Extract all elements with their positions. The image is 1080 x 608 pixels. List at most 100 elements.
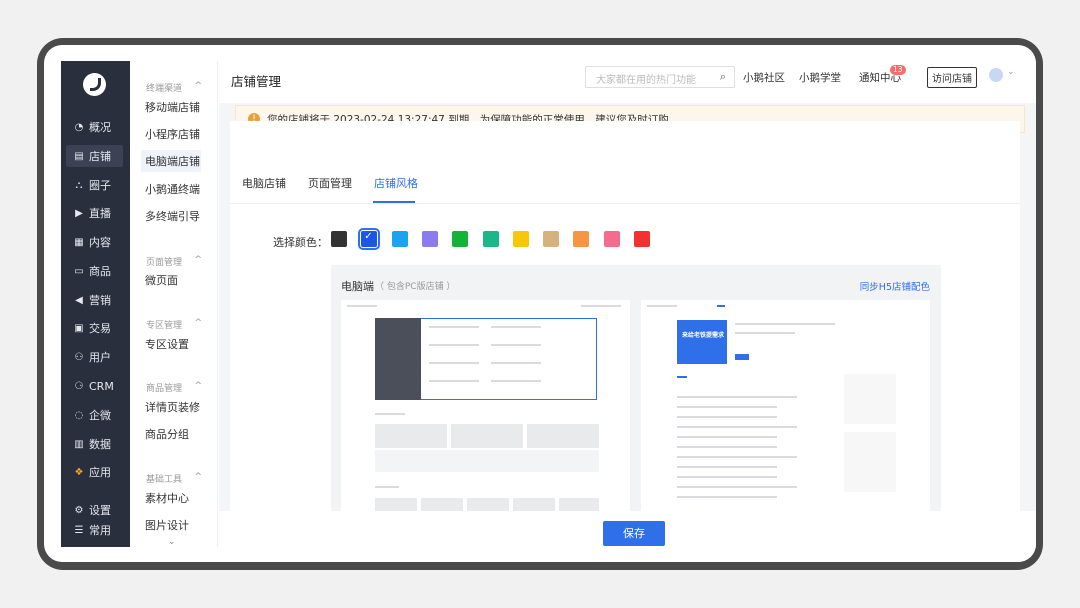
main-nav: ◔ 概况 ▤ 店铺 ⛬ 圈子 ▶ 直播 ▦ 内容 ▭ 商品 ◀ 营销 ▣ 交易 ⚇ 用户 ⚆ CRM ◌ 企微 ▥ 数据 ❖ 应用… (61, 61, 130, 547)
save-button[interactable]: 保存 (603, 521, 665, 546)
submenu-item[interactable]: 详情页装修 (141, 396, 201, 418)
submenu-item[interactable]: 商品分组 (141, 423, 201, 445)
content-icon: ▦ (74, 236, 84, 248)
nav-item-label: 企微 (89, 409, 111, 422)
mock-row (677, 456, 797, 458)
nav-item-6[interactable]: ◀ 营销 (66, 289, 123, 311)
nav-item-label: 直播 (89, 207, 111, 220)
color-swatch[interactable] (358, 228, 381, 250)
visit-store-button[interactable]: 访问店铺 (927, 67, 977, 88)
submenu-group-title: 基础工具 (146, 475, 183, 485)
mock-row (677, 466, 777, 468)
nav-item-7[interactable]: ▣ 交易 (66, 317, 123, 339)
nav-item-label: 数据 (89, 438, 111, 451)
nav-item-label: 商品 (89, 265, 111, 278)
nav-item-4[interactable]: ▦ 内容 (66, 231, 123, 253)
nav-item-5[interactable]: ▭ 商品 (66, 260, 123, 282)
nav-item-2[interactable]: ⛬ 圈子 (66, 174, 123, 196)
submenu-group[interactable]: 基础工具 ^ (146, 472, 202, 485)
store-icon: ▤ (74, 150, 84, 162)
submenu-item[interactable]: 小程序店铺 (141, 123, 201, 145)
brand-logo-icon (83, 73, 106, 96)
submenu-item[interactable]: 电脑端店铺 (141, 150, 201, 172)
gear-icon: ⚙ (74, 504, 84, 516)
submenu-item[interactable]: 微页面 (141, 269, 201, 291)
color-swatch[interactable] (331, 231, 347, 247)
tab-page-management[interactable]: 页面管理 (308, 175, 352, 191)
nav-item-label: 概况 (89, 121, 111, 134)
mock-row (677, 436, 777, 438)
mock-row (677, 496, 777, 498)
nav-item-label: 圈子 (89, 179, 111, 192)
nav-item-label: 用户 (89, 351, 111, 364)
save-bar: 保存 (219, 511, 1036, 562)
color-swatch[interactable] (512, 231, 529, 247)
crm-icon: ⚆ (74, 380, 84, 392)
preview-area: 电脑端 （ 包含PC版店铺 ） 同步H5店铺配色 来给老铁提需求 (331, 265, 941, 535)
preview-banner-text: 来给老铁提需求 (682, 332, 725, 339)
list-icon: ☰ (74, 524, 84, 536)
search-icon[interactable]: ⌕ (720, 70, 726, 84)
search-placeholder: 大家都在用的热门功能 (596, 75, 696, 86)
nav-item-12[interactable]: ❖ 应用 (66, 461, 123, 483)
submenu-item[interactable]: 小鹅通终端 (141, 178, 201, 200)
nav-item-11[interactable]: ▥ 数据 (66, 433, 123, 455)
submenu-group[interactable]: 终端渠道 ^ (146, 81, 202, 94)
color-swatch[interactable] (603, 231, 620, 247)
nav-item-8[interactable]: ⚇ 用户 (66, 346, 123, 368)
submenu-item[interactable]: 素材中心 (141, 487, 201, 509)
mock-row (677, 446, 777, 448)
nav-item-0[interactable]: ◔ 概况 (66, 116, 123, 138)
nav-item-9[interactable]: ⚆ CRM (66, 375, 123, 397)
color-swatch[interactable] (421, 231, 438, 247)
submenu-group-title: 商品管理 (146, 384, 183, 394)
preview-detail-mock: 来给老铁提需求 (641, 300, 930, 520)
chevron-down-icon[interactable]: ⌄ (1007, 67, 1015, 77)
chevron-down-icon[interactable]: ⌄ (168, 537, 176, 547)
chevron-up-icon: ^ (194, 318, 202, 328)
nav-item-label: 内容 (89, 236, 111, 249)
submenu-group[interactable]: 专区管理 ^ (146, 318, 202, 331)
mock-row (677, 416, 777, 418)
app-window: ◔ 概况 ▤ 店铺 ⛬ 圈子 ▶ 直播 ▦ 内容 ▭ 商品 ◀ 营销 ▣ 交易 ⚇ 用户 ⚆ CRM ◌ 企微 ▥ 数据 ❖ 应用… (44, 45, 1036, 562)
link-community[interactable]: 小鹅社区 (743, 70, 785, 85)
mock-row (677, 406, 777, 408)
color-swatch[interactable] (482, 231, 499, 247)
color-swatch[interactable] (634, 231, 650, 247)
color-swatch[interactable] (391, 231, 408, 247)
nav-item-3[interactable]: ▶ 直播 (66, 202, 123, 224)
divider (230, 203, 1020, 204)
submenu-group[interactable]: 商品管理 ^ (146, 381, 202, 394)
trade-icon: ▣ (74, 322, 84, 334)
nav-item-label: CRM (89, 379, 114, 393)
submenu-group[interactable]: 页面管理 ^ (146, 255, 202, 268)
style-panel: 电脑店铺 页面管理 店铺风格 选择颜色： 电脑端 （ 包含PC版店铺 ） 同步H… (230, 121, 1020, 562)
nav-item-label: 营销 (89, 294, 111, 307)
nav-item-common[interactable]: ☰ 常用 (66, 519, 123, 541)
color-swatch[interactable] (543, 231, 560, 247)
mock-row (677, 476, 777, 478)
nav-item-settings[interactable]: ⚙ 设置 (66, 499, 123, 521)
data-icon: ▥ (74, 438, 84, 450)
page-title: 店铺管理 (231, 74, 282, 89)
tab-pc-store[interactable]: 电脑店铺 (242, 175, 286, 191)
preview-home-mock (341, 300, 630, 520)
color-swatch[interactable] (573, 231, 590, 247)
submenu-group-title: 页面管理 (146, 258, 183, 268)
submenu-item[interactable]: 专区设置 (141, 333, 201, 355)
submenu-item[interactable]: 移动端店铺 (141, 96, 201, 118)
chevron-up-icon: ^ (194, 381, 202, 391)
color-swatch[interactable] (452, 231, 469, 247)
sync-h5-colors-link[interactable]: 同步H5店铺配色 (860, 279, 930, 293)
nav-item-10[interactable]: ◌ 企微 (66, 404, 123, 426)
goods-icon: ▭ (74, 265, 84, 277)
nav-item-1[interactable]: ▤ 店铺 (66, 145, 123, 167)
search-input[interactable]: 大家都在用的热门功能 ⌕ (585, 66, 735, 88)
color-label: 选择颜色： (273, 236, 328, 249)
submenu-item[interactable]: 图片设计 (141, 514, 201, 536)
mock-row (677, 426, 797, 428)
link-academy[interactable]: 小鹅学堂 (799, 70, 841, 85)
avatar[interactable] (989, 68, 1003, 82)
tab-store-style[interactable]: 店铺风格 (374, 175, 418, 191)
submenu-item[interactable]: 多终端引导 (141, 205, 201, 227)
